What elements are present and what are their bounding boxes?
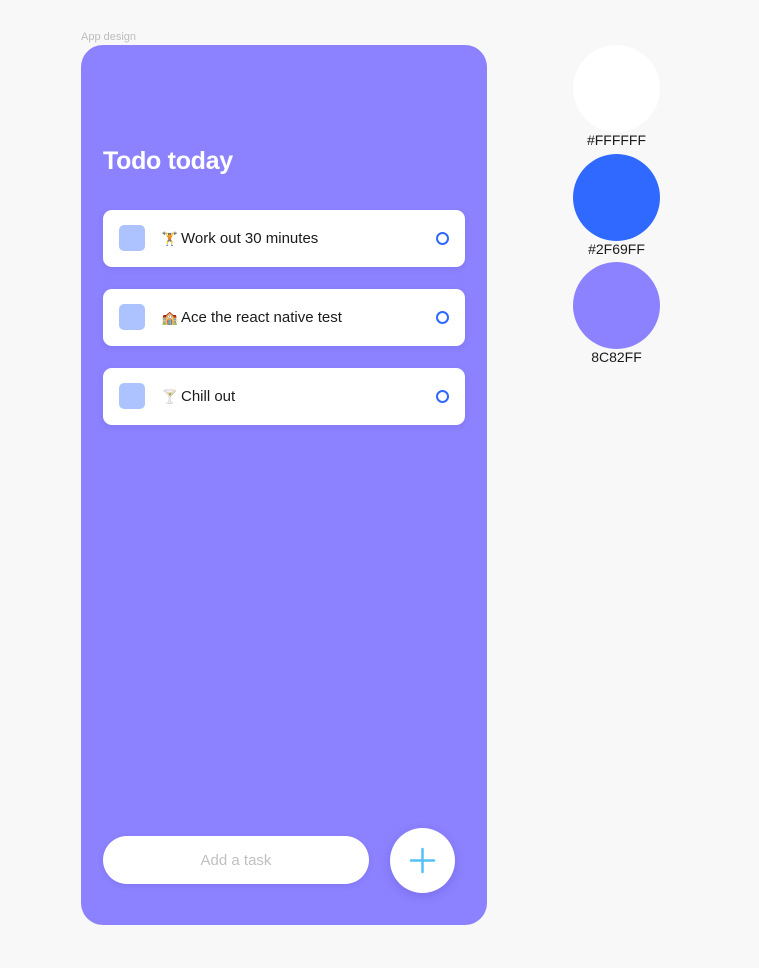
plus-icon bbox=[409, 847, 436, 874]
weightlifter-icon: 🏋 bbox=[161, 231, 179, 246]
add-task-input[interactable] bbox=[103, 836, 369, 884]
color-swatch-white bbox=[573, 45, 660, 132]
add-task-button[interactable] bbox=[390, 828, 455, 893]
task-text: 🏋 Work out 30 minutes bbox=[160, 210, 318, 267]
task-text: 🏫 Ace the react native test bbox=[160, 289, 342, 346]
task-item[interactable]: 🏋 Work out 30 minutes bbox=[103, 210, 465, 267]
school-icon: 🏫 bbox=[161, 310, 179, 325]
circle-icon[interactable] bbox=[436, 232, 449, 245]
task-checkbox[interactable] bbox=[119, 304, 145, 330]
color-swatch-blue bbox=[573, 154, 660, 241]
task-label: Work out 30 minutes bbox=[181, 230, 319, 247]
task-label: Chill out bbox=[181, 388, 236, 405]
app-screen: Todo today 🏋 Work out 30 minutes 🏫 Ace the… bbox=[81, 45, 487, 925]
circle-icon[interactable] bbox=[436, 390, 449, 403]
color-label-blue: #2F69FF bbox=[588, 241, 645, 257]
task-checkbox[interactable] bbox=[119, 383, 145, 409]
task-item[interactable]: 🍸 Chill out bbox=[103, 368, 465, 425]
color-label-purple: 8C82FF bbox=[591, 349, 642, 365]
cocktail-icon: 🍸 bbox=[161, 389, 179, 404]
frame-label: App design bbox=[81, 31, 137, 43]
task-text: 🍸 Chill out bbox=[160, 368, 235, 425]
task-checkbox[interactable] bbox=[119, 225, 145, 251]
color-swatch-purple bbox=[573, 262, 660, 349]
task-list: 🏋 Work out 30 minutes 🏫 Ace the react nati… bbox=[103, 210, 465, 447]
page-title: Todo today bbox=[103, 147, 233, 175]
color-label-white: #FFFFFF bbox=[586, 132, 647, 148]
circle-icon[interactable] bbox=[436, 311, 449, 324]
task-item[interactable]: 🏫 Ace the react native test bbox=[103, 289, 465, 346]
task-label: Ace the react native test bbox=[181, 309, 342, 326]
